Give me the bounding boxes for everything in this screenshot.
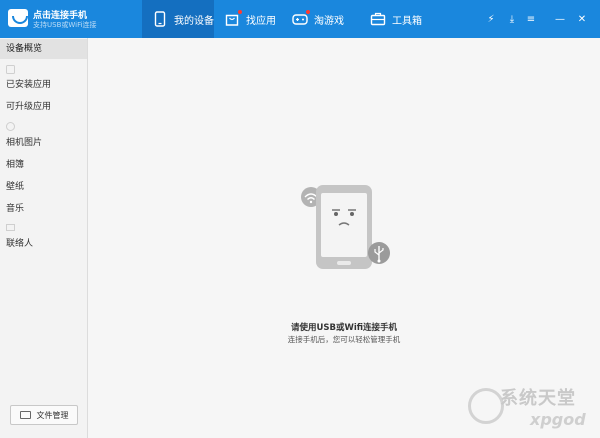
sidebar: 设备概览 已安装应用 可升级应用 相机图片 相簿 壁纸 音乐 联络人 文件管理	[0, 38, 88, 438]
sidebar-item-upgradable-apps[interactable]: 可升级应用	[0, 97, 87, 117]
sidebar-item-wallpaper[interactable]: 壁纸	[0, 177, 87, 197]
file-manager-button[interactable]: 文件管理	[10, 405, 78, 425]
tab-my-device[interactable]: 我的设备	[142, 0, 214, 38]
new-badge	[237, 9, 243, 15]
close-icon[interactable]: ✕	[575, 12, 589, 26]
sidebar-item-device-overview[interactable]: 设备概览	[0, 39, 87, 59]
folder-icon	[19, 411, 31, 419]
connect-prompt-subtitle: 连接手机后，您可以轻松管理手机	[287, 335, 401, 344]
top-bar: 点击连接手机 支持USB或WiFi连接 我的设备 找应用 淘游戏 工具箱 ⚡ ⤓…	[0, 0, 600, 38]
sidebar-item-albums[interactable]: 相簿	[0, 155, 87, 175]
sidebar-item-installed-apps[interactable]: 已安装应用	[0, 75, 87, 95]
new-badge	[305, 9, 311, 15]
sidebar-item-contacts[interactable]: 联络人	[0, 234, 87, 254]
tab-find-apps[interactable]: 找应用	[224, 0, 286, 38]
media-section-icon	[6, 122, 15, 131]
sidebar-item-camera-photos[interactable]: 相机图片	[0, 133, 87, 153]
watermark-logo	[468, 388, 504, 424]
connect-phone-subtitle: 支持USB或WiFi连接	[33, 21, 97, 29]
menu-icon[interactable]: ≡	[524, 12, 538, 26]
tab-games-label: 淘游戏	[314, 15, 344, 27]
contacts-section-icon	[6, 223, 15, 231]
disconnected-phone-illustration	[301, 185, 390, 269]
sidebar-item-music[interactable]: 音乐	[0, 199, 87, 219]
connect-prompt-title: 请使用USB或Wifi连接手机	[290, 323, 398, 333]
apps-section-icon	[6, 65, 15, 74]
download-icon[interactable]: ⤓	[505, 12, 519, 26]
minimize-icon[interactable]: —	[553, 12, 567, 26]
watermark-text: 系统天堂	[500, 388, 576, 409]
watermark-sub: xpgod	[530, 410, 586, 429]
gamepad-icon	[292, 9, 311, 27]
app-logo[interactable]	[8, 9, 28, 27]
tab-find-apps-label: 找应用	[246, 15, 276, 27]
flash-icon[interactable]: ⚡	[484, 12, 498, 26]
tab-games[interactable]: 淘游戏	[292, 0, 354, 38]
tab-my-device-label: 我的设备	[174, 15, 214, 27]
file-manager-label: 文件管理	[36, 410, 69, 420]
tab-toolbox[interactable]: 工具箱	[370, 0, 432, 38]
tab-toolbox-label: 工具箱	[392, 15, 422, 27]
toolbox-icon	[370, 11, 386, 27]
phone-icon	[152, 11, 168, 27]
shopping-bag-icon	[224, 9, 243, 27]
main-panel: 请使用USB或Wifi连接手机 连接手机后，您可以轻松管理手机	[88, 38, 600, 438]
